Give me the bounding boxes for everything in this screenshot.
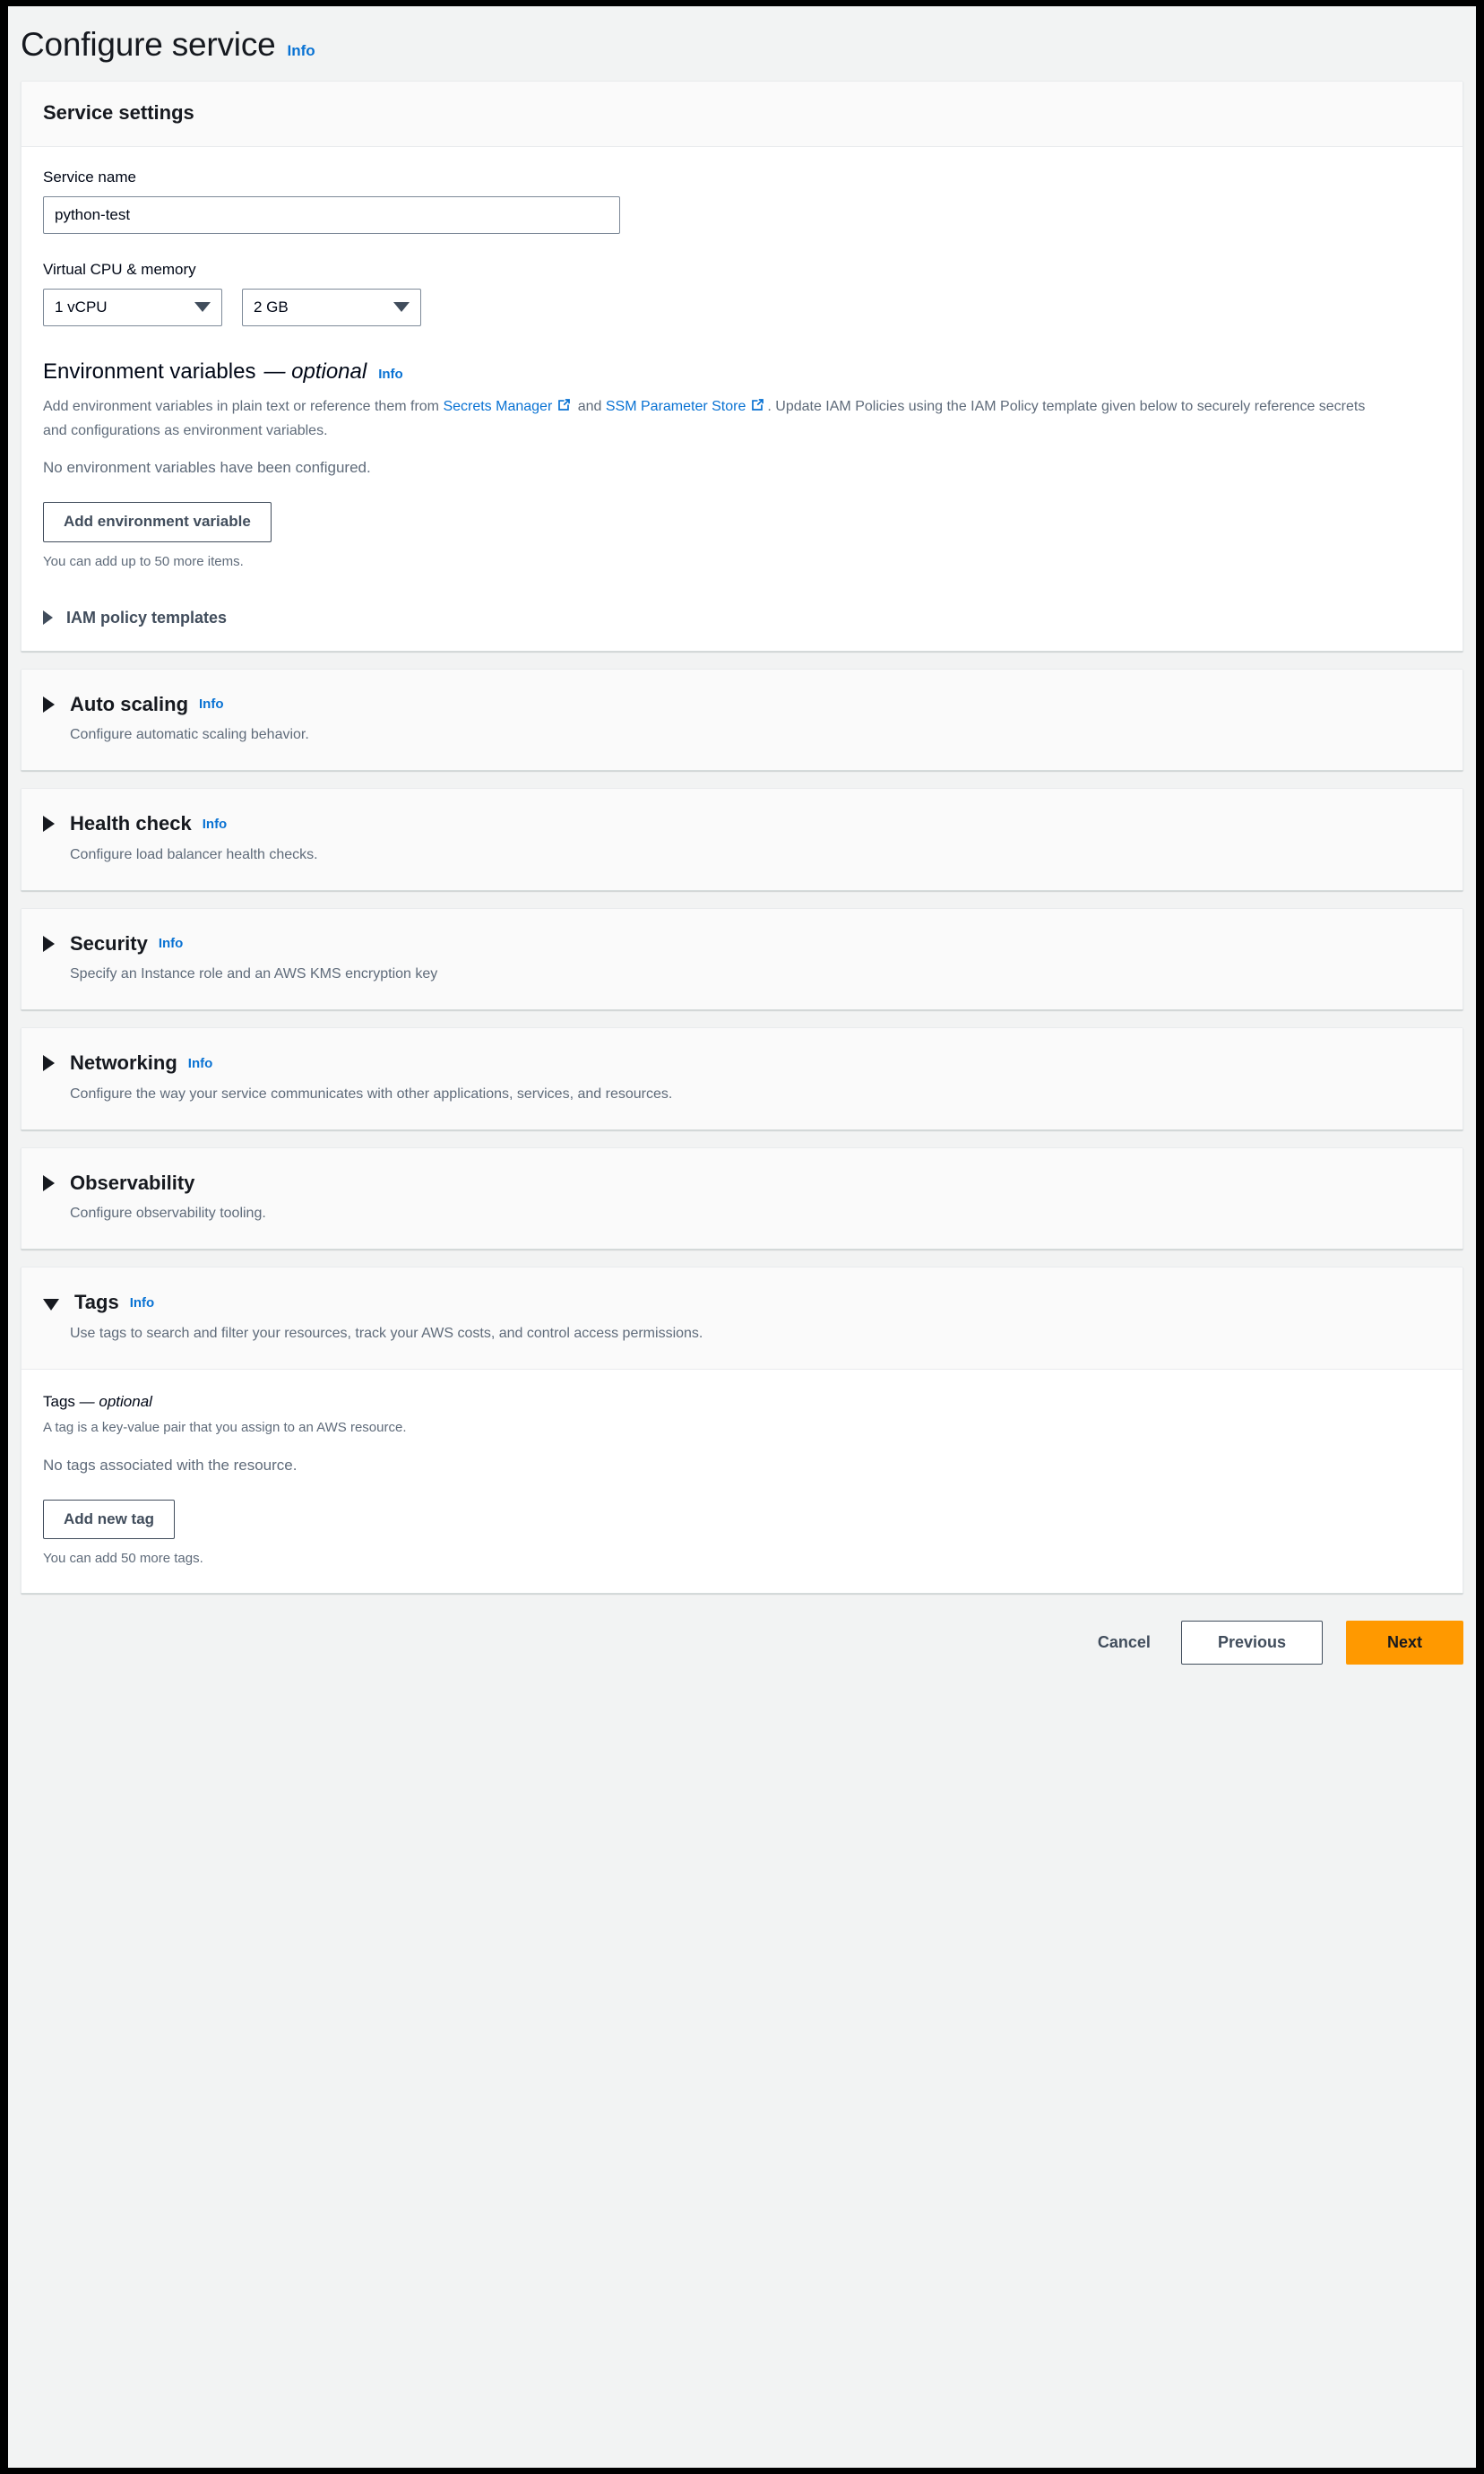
env-vars-optional: — optional bbox=[263, 359, 367, 384]
service-name-label: Service name bbox=[43, 168, 136, 186]
chevron-right-icon bbox=[43, 696, 55, 713]
external-link-icon bbox=[556, 397, 572, 420]
section-header-security[interactable]: Security Info Specify an Instance role and… bbox=[22, 908, 1462, 1010]
iam-policy-templates-label: IAM policy templates bbox=[66, 608, 228, 627]
section-card-tags: Tags Info Use tags to search and filter yo… bbox=[21, 1267, 1463, 1594]
service-settings-body: Service name Virtual CPU & memory 1 vCPU… bbox=[22, 146, 1462, 651]
tags-description: A tag is a key-value pair that you assig… bbox=[43, 1419, 407, 1435]
section-header-auto-scaling[interactable]: Auto scaling Info Configure automatic scal… bbox=[22, 669, 1462, 771]
section-toggle-security[interactable]: Security Info bbox=[43, 932, 1441, 956]
section-title-health-check: Health check bbox=[70, 812, 192, 835]
add-new-tag-wrapper: Add new tag bbox=[43, 1499, 1441, 1539]
section-info-link-tags[interactable]: Info bbox=[130, 1295, 155, 1311]
add-environment-variable-button[interactable]: Add environment variable bbox=[43, 502, 272, 542]
previous-button[interactable]: Previous bbox=[1180, 1620, 1323, 1665]
env-vars-desc-part1: Add environment variables in plain text … bbox=[43, 398, 444, 414]
chevron-right-icon bbox=[43, 610, 53, 626]
env-vars-info-link[interactable]: Info bbox=[378, 367, 403, 384]
page-info-link[interactable]: Info bbox=[288, 42, 315, 60]
section-toggle-observability[interactable]: Observability bbox=[43, 1172, 1441, 1195]
section-toggle-networking[interactable]: Networking Info bbox=[43, 1051, 1441, 1075]
section-title-tags: Tags bbox=[74, 1291, 119, 1314]
add-new-tag-button[interactable]: Add new tag bbox=[43, 1499, 176, 1539]
section-description-tags: Use tags to search and filter your resou… bbox=[70, 1325, 703, 1341]
chevron-right-icon bbox=[43, 935, 55, 952]
section-info-link-networking[interactable]: Info bbox=[188, 1056, 213, 1071]
page-header: Configure service Info bbox=[8, 6, 1476, 65]
chevron-down-icon bbox=[393, 302, 410, 313]
page-title: Configure service bbox=[21, 26, 276, 63]
section-toggle-auto-scaling[interactable]: Auto scaling Info bbox=[43, 693, 1441, 716]
chevron-right-icon bbox=[43, 1055, 55, 1072]
external-link-icon bbox=[750, 397, 765, 420]
env-vars-heading: Environment variables — optional Info bbox=[43, 359, 1441, 385]
section-title-auto-scaling: Auto scaling bbox=[70, 692, 189, 715]
tags-optional: — optional bbox=[79, 1393, 152, 1410]
section-info-link-health-check[interactable]: Info bbox=[203, 817, 228, 832]
memory-select-value: 2 GB bbox=[254, 298, 289, 316]
service-settings-title: Service settings bbox=[43, 100, 194, 124]
iam-policy-templates-toggle[interactable]: IAM policy templates bbox=[43, 609, 1441, 627]
env-vars-title: Environment variables bbox=[43, 359, 256, 384]
section-header-health-check[interactable]: Health check Info Configure load balancer … bbox=[22, 789, 1462, 890]
env-vars-limit-note: You can add up to 50 more items. bbox=[43, 553, 244, 569]
section-description-health-check: Configure load balancer health checks. bbox=[70, 846, 318, 862]
section-header-networking[interactable]: Networking Info Configure the way your ser… bbox=[22, 1028, 1462, 1129]
tags-limit-note: You can add 50 more tags. bbox=[43, 1550, 203, 1566]
section-title-networking: Networking bbox=[70, 1051, 177, 1075]
chevron-down-icon bbox=[43, 1299, 59, 1311]
section-card-auto-scaling: Auto scaling Info Configure automatic scal… bbox=[21, 668, 1463, 772]
tags-field-label: Tags — optional bbox=[43, 1391, 1441, 1413]
chevron-down-icon bbox=[194, 302, 211, 313]
tags-body: Tags — optional A tag is a key-value pair… bbox=[22, 1370, 1462, 1593]
section-header-tags[interactable]: Tags Info Use tags to search and filter yo… bbox=[22, 1267, 1462, 1370]
cancel-button[interactable]: Cancel bbox=[1091, 1622, 1158, 1663]
next-button[interactable]: Next bbox=[1345, 1620, 1463, 1665]
vcpu-select[interactable]: 1 vCPU bbox=[43, 288, 222, 326]
secrets-manager-link[interactable]: Secrets Manager bbox=[443, 399, 552, 414]
page-root: Configure service Info Service settings … bbox=[8, 6, 1476, 2468]
section-card-observability: Observability Configure observability too… bbox=[21, 1146, 1463, 1250]
service-settings-card: Service settings Service name Virtual CP… bbox=[21, 80, 1463, 652]
section-card-health-check: Health check Info Configure load balancer … bbox=[21, 788, 1463, 891]
cpu-memory-row: 1 vCPU 2 GB bbox=[43, 288, 1441, 326]
vcpu-select-value: 1 vCPU bbox=[55, 298, 108, 316]
add-env-var-wrapper: Add environment variable bbox=[43, 502, 1441, 542]
chevron-right-icon bbox=[43, 1175, 55, 1192]
service-settings-header: Service settings bbox=[22, 81, 1462, 147]
env-vars-desc-part2: and bbox=[574, 398, 606, 414]
section-title-security: Security bbox=[70, 931, 148, 955]
section-description-auto-scaling: Configure automatic scaling behavior. bbox=[70, 726, 309, 742]
env-vars-description: Add environment variables in plain text … bbox=[43, 395, 1369, 444]
section-info-link-auto-scaling[interactable]: Info bbox=[199, 696, 224, 712]
wizard-footer: Cancel Previous Next bbox=[8, 1594, 1476, 1665]
section-toggle-health-check[interactable]: Health check Info bbox=[43, 812, 1441, 835]
env-vars-empty-state: No environment variables have been confi… bbox=[43, 459, 371, 477]
section-description-security: Specify an Instance role and an AWS KMS … bbox=[70, 966, 438, 982]
collapsible-sections: Auto scaling Info Configure automatic scal… bbox=[8, 668, 1476, 1594]
section-info-link-security[interactable]: Info bbox=[159, 936, 184, 951]
memory-select[interactable]: 2 GB bbox=[242, 288, 421, 326]
ssm-parameter-store-link[interactable]: SSM Parameter Store bbox=[606, 399, 746, 414]
section-description-observability: Configure observability tooling. bbox=[70, 1206, 266, 1222]
section-title-observability: Observability bbox=[70, 1171, 195, 1194]
section-toggle-tags[interactable]: Tags Info bbox=[43, 1291, 1441, 1314]
chevron-right-icon bbox=[43, 816, 55, 833]
tags-label-text: Tags bbox=[43, 1393, 75, 1410]
section-description-networking: Configure the way your service communica… bbox=[70, 1086, 673, 1102]
section-card-security: Security Info Specify an Instance role and… bbox=[21, 907, 1463, 1011]
service-name-input[interactable] bbox=[43, 195, 620, 234]
tags-empty-state: No tags associated with the resource. bbox=[43, 1456, 298, 1474]
section-card-networking: Networking Info Configure the way your ser… bbox=[21, 1027, 1463, 1130]
cpu-memory-label: Virtual CPU & memory bbox=[43, 260, 196, 278]
section-header-observability[interactable]: Observability Configure observability too… bbox=[22, 1147, 1462, 1250]
